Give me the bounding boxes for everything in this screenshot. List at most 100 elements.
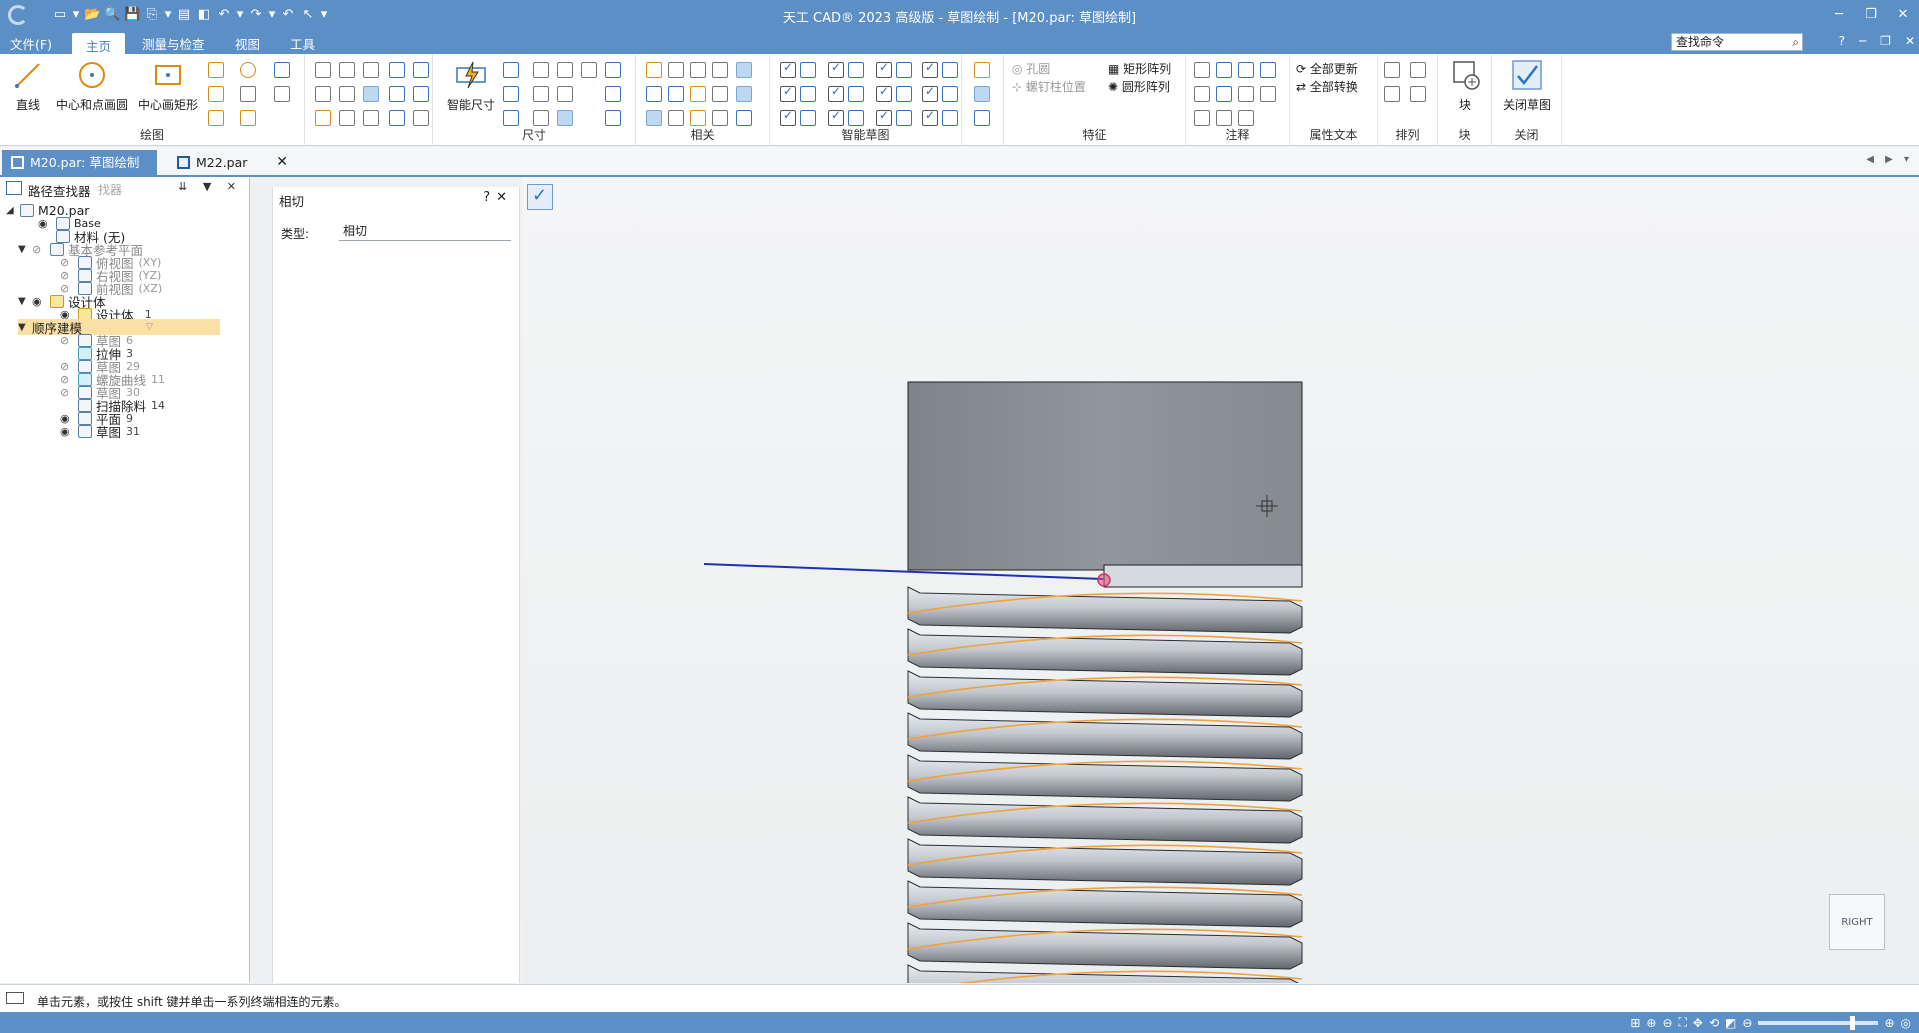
pen-icon[interactable] [315, 110, 331, 126]
tab-m22[interactable]: M22.par ✕ [168, 150, 288, 175]
center-mark-icon[interactable] [1238, 110, 1254, 126]
find-icon[interactable]: 🔍 [104, 7, 120, 23]
include-icon[interactable] [413, 62, 429, 78]
zoom-plus-icon[interactable]: ⊕ [1884, 1016, 1894, 1030]
panel-close-button[interactable]: ✕ [496, 190, 513, 205]
revert-icon[interactable]: ↶ [280, 7, 296, 23]
search-icon[interactable]: ⌕ [1792, 34, 1799, 50]
connect-relation-icon[interactable] [646, 62, 662, 78]
relation-color-icon[interactable] [974, 86, 990, 102]
diameter-dimension-icon[interactable] [557, 86, 573, 102]
open-icon[interactable]: 📂 [84, 7, 100, 23]
horizontal-relation-icon[interactable] [690, 86, 706, 102]
save-icon[interactable]: 💾 [124, 7, 140, 23]
circle-relation-icon[interactable] [646, 110, 662, 126]
surface-texture-icon[interactable] [1260, 62, 1276, 78]
align-dimension-icon[interactable] [533, 110, 549, 126]
rectangular-pattern-item[interactable]: ▦ 矩形阵列 [1108, 60, 1171, 77]
view-orientation-cube[interactable]: RIGHT [1829, 894, 1885, 950]
arc-tool-icon[interactable] [208, 62, 224, 78]
line-button[interactable]: 直线 [8, 58, 48, 113]
new-dropdown-icon[interactable]: ▾ [72, 7, 80, 23]
tab-close-icon[interactable]: ✕ [276, 150, 288, 175]
thread-start-face[interactable] [1103, 564, 1303, 588]
hidden-eye-icon[interactable]: ⊘ [32, 243, 46, 256]
circle-tool-icon[interactable] [240, 62, 256, 78]
tab-m20-sketch[interactable]: M20.par: 草图绘制 [2, 150, 157, 175]
project-icon[interactable] [389, 62, 405, 78]
graphics-window[interactable]: RIGHT [522, 177, 1919, 983]
rotate-icon[interactable] [363, 110, 379, 126]
pathfinder-header-buttons[interactable]: ⇊ ▼ ✕ [178, 180, 242, 193]
new-icon[interactable]: ▭ [52, 7, 68, 23]
bring-forward-icon[interactable] [1384, 62, 1400, 78]
pan-icon[interactable]: ✥ [1693, 1016, 1703, 1030]
move-tool-icon[interactable] [274, 62, 290, 78]
angle-dimension-icon[interactable] [503, 86, 519, 102]
close-button[interactable]: ✕ [1887, 0, 1919, 30]
endpoint-snap-icon[interactable] [800, 62, 816, 78]
add-constraint-icon[interactable] [974, 110, 990, 126]
cylinder-body[interactable] [907, 381, 1303, 571]
menu-tools[interactable]: 工具 [290, 34, 315, 53]
fill-icon[interactable] [363, 62, 379, 78]
bring-to-front-icon[interactable] [1410, 62, 1426, 78]
intellisketch-check-2[interactable] [828, 60, 844, 78]
thread-profile[interactable] [907, 586, 1303, 983]
equal-relation-icon[interactable] [668, 86, 684, 102]
lock-relation-icon[interactable] [712, 62, 728, 78]
point-icon[interactable] [413, 86, 429, 102]
zoom-minus-icon[interactable]: ⊖ [1742, 1016, 1752, 1030]
block-button[interactable]: 块 [1444, 58, 1486, 113]
app-logo-icon[interactable] [8, 5, 28, 25]
trim-icon[interactable] [315, 62, 331, 78]
silhouette-snap-icon[interactable] [942, 110, 958, 126]
model-view[interactable] [522, 177, 1919, 983]
visibility-eye-icon[interactable]: ◉ [38, 217, 52, 230]
intellisketch-check-5[interactable] [780, 84, 796, 102]
redo-icon[interactable]: ↷ [248, 7, 264, 23]
undo-icon[interactable]: ↶ [216, 7, 232, 23]
doc-restore-icon[interactable]: ❐ [1880, 34, 1891, 48]
menu-file[interactable]: 文件(F) [10, 34, 52, 53]
intellisketch-check-1[interactable] [780, 60, 796, 78]
parallel-relation-icon[interactable] [668, 62, 684, 78]
window-icon[interactable]: ◧ [196, 7, 212, 23]
restore-button[interactable]: ❐ [1855, 0, 1887, 30]
relation-handles-icon[interactable] [736, 110, 752, 126]
tree-item-sketch-31[interactable]: ◉ 草图 31 [60, 423, 140, 440]
curve-snap-icon[interactable] [896, 62, 912, 78]
intellisketch-check-4[interactable] [922, 60, 938, 78]
redo-dropdown-icon[interactable]: ▾ [268, 7, 276, 23]
perpendicular-relation-icon[interactable] [646, 86, 662, 102]
select-icon[interactable]: ↖ [300, 7, 316, 23]
rotate-view-icon[interactable]: ⟲ [1709, 1016, 1719, 1030]
mirror-relation-icon[interactable] [712, 110, 728, 126]
zoom-options-icon[interactable]: ◎ [1901, 1016, 1911, 1030]
collapse-icon[interactable]: ◢ [6, 205, 16, 216]
tangent-arc-icon[interactable] [208, 86, 224, 102]
xy-coordinate-icon[interactable] [389, 110, 405, 126]
minimize-button[interactable]: ─ [1823, 0, 1855, 30]
circular-pattern-item[interactable]: ✺ 圆形阵列 [1108, 78, 1170, 95]
datum-icon[interactable] [1216, 86, 1232, 102]
collinear-relation-icon[interactable] [736, 86, 752, 102]
subscript-icon[interactable] [605, 110, 621, 126]
chevron-down-icon[interactable]: ▽ [146, 322, 153, 332]
rigid-relation-icon[interactable] [712, 86, 728, 102]
doc-close-icon[interactable]: ✕ [1905, 34, 1915, 48]
tangent-relation-icon[interactable] [736, 62, 752, 78]
offset-icon[interactable] [240, 86, 256, 102]
zoom-slider[interactable] [1758, 1015, 1879, 1030]
perpendicular-snap-icon[interactable] [942, 86, 958, 102]
tangent-snap-icon[interactable] [896, 86, 912, 102]
select-dropdown-icon[interactable]: ▾ [320, 7, 328, 23]
point-on-snap-icon[interactable] [800, 110, 816, 126]
help-button[interactable]: ? [483, 190, 496, 205]
doc-minimize-icon[interactable]: ─ [1859, 34, 1866, 48]
concentric-relation-icon[interactable] [690, 62, 706, 78]
text-box-icon[interactable] [1260, 86, 1276, 102]
split-icon[interactable] [315, 86, 331, 102]
send-to-back-icon[interactable] [1410, 86, 1426, 102]
command-search-input[interactable]: 查找命令 ⌕ [1671, 33, 1803, 51]
